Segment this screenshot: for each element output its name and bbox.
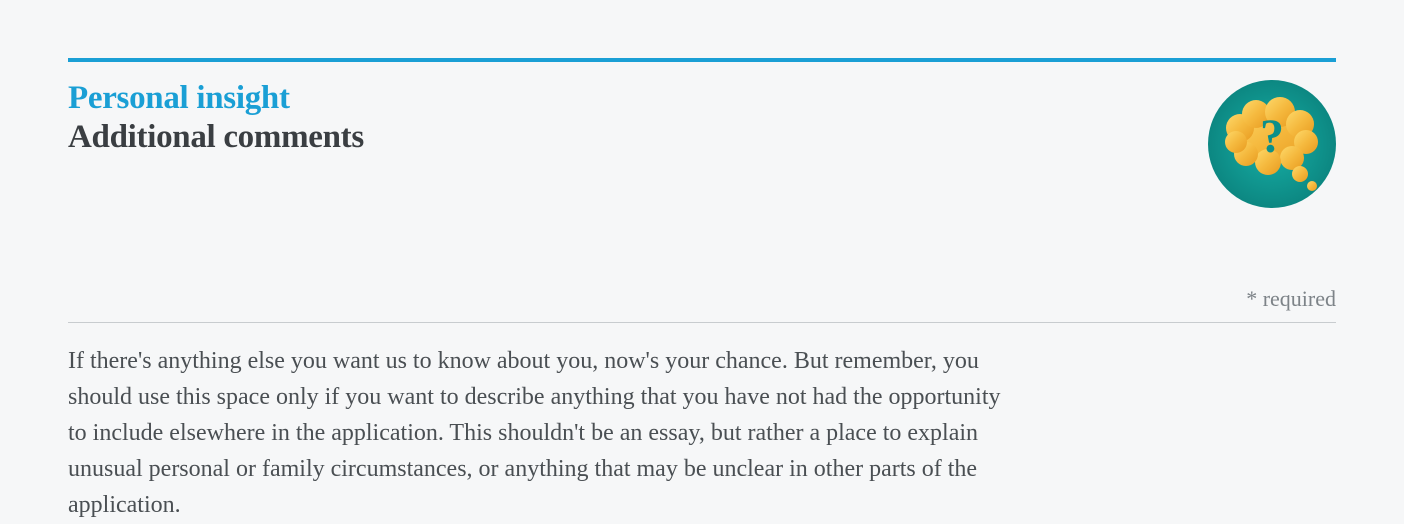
section-divider: [68, 322, 1336, 323]
section-top-border: [68, 58, 1336, 62]
section-header: Personal insight Additional comments: [68, 80, 1336, 208]
question-bubble-icon: ?: [1208, 80, 1336, 208]
svg-text:?: ?: [1260, 110, 1284, 163]
required-note: * required: [68, 286, 1336, 312]
section-eyebrow: Personal insight: [68, 80, 1208, 117]
section-body: If there's anything else you want us to …: [68, 343, 1018, 523]
section-title: Additional comments: [68, 119, 1208, 156]
